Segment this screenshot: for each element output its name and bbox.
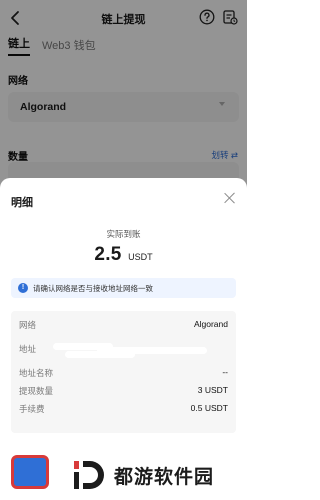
amount-value: 2.5 <box>94 244 122 265</box>
detail-row-address: 地址 <box>11 341 236 358</box>
arrive-label: 实际到账 <box>106 229 141 239</box>
watermark-text: 都游软件园 <box>114 466 215 488</box>
info-icon: ! <box>18 283 28 293</box>
close-icon[interactable] <box>223 191 237 205</box>
detail-sheet: 明细 实际到账 2.5 USDT ! 请确认网络是否与接收地址网络一致 网络 A… <box>0 178 247 500</box>
detail-row-network: 网络 Algorand <box>11 317 236 333</box>
confirm-button[interactable] <box>11 455 49 489</box>
detail-value: 3 USDT <box>197 385 228 395</box>
sheet-title: 明细 <box>11 197 33 209</box>
detail-value: 0.5 USDT <box>190 403 228 413</box>
detail-key: 提现数量 <box>19 386 54 396</box>
watermark-logo-icon <box>74 461 104 489</box>
arrive-amount: 2.5 USDT <box>0 244 247 266</box>
detail-row-address-name: 地址名称 -- <box>11 365 236 381</box>
detail-key: 手续费 <box>19 404 45 414</box>
notice-text: 请确认网络是否与接收地址网络一致 <box>33 284 153 293</box>
watermark: 都游软件园 <box>72 458 214 492</box>
detail-key: 地址名称 <box>19 368 54 378</box>
detail-value: Algorand <box>193 319 228 329</box>
address-redaction <box>45 341 215 358</box>
amount-unit: USDT <box>128 252 153 262</box>
detail-row-amount: 提现数量 3 USDT <box>11 383 236 399</box>
detail-row-fee: 手续费 0.5 USDT <box>11 401 236 417</box>
detail-key: 地址 <box>19 344 37 354</box>
network-notice: ! 请确认网络是否与接收地址网络一致 <box>11 278 236 298</box>
detail-value: -- <box>222 367 228 377</box>
detail-key: 网络 <box>19 320 37 330</box>
detail-card: 网络 Algorand 地址 地址名称 -- 提现数量 3 USDT 手续费 0… <box>11 311 236 433</box>
